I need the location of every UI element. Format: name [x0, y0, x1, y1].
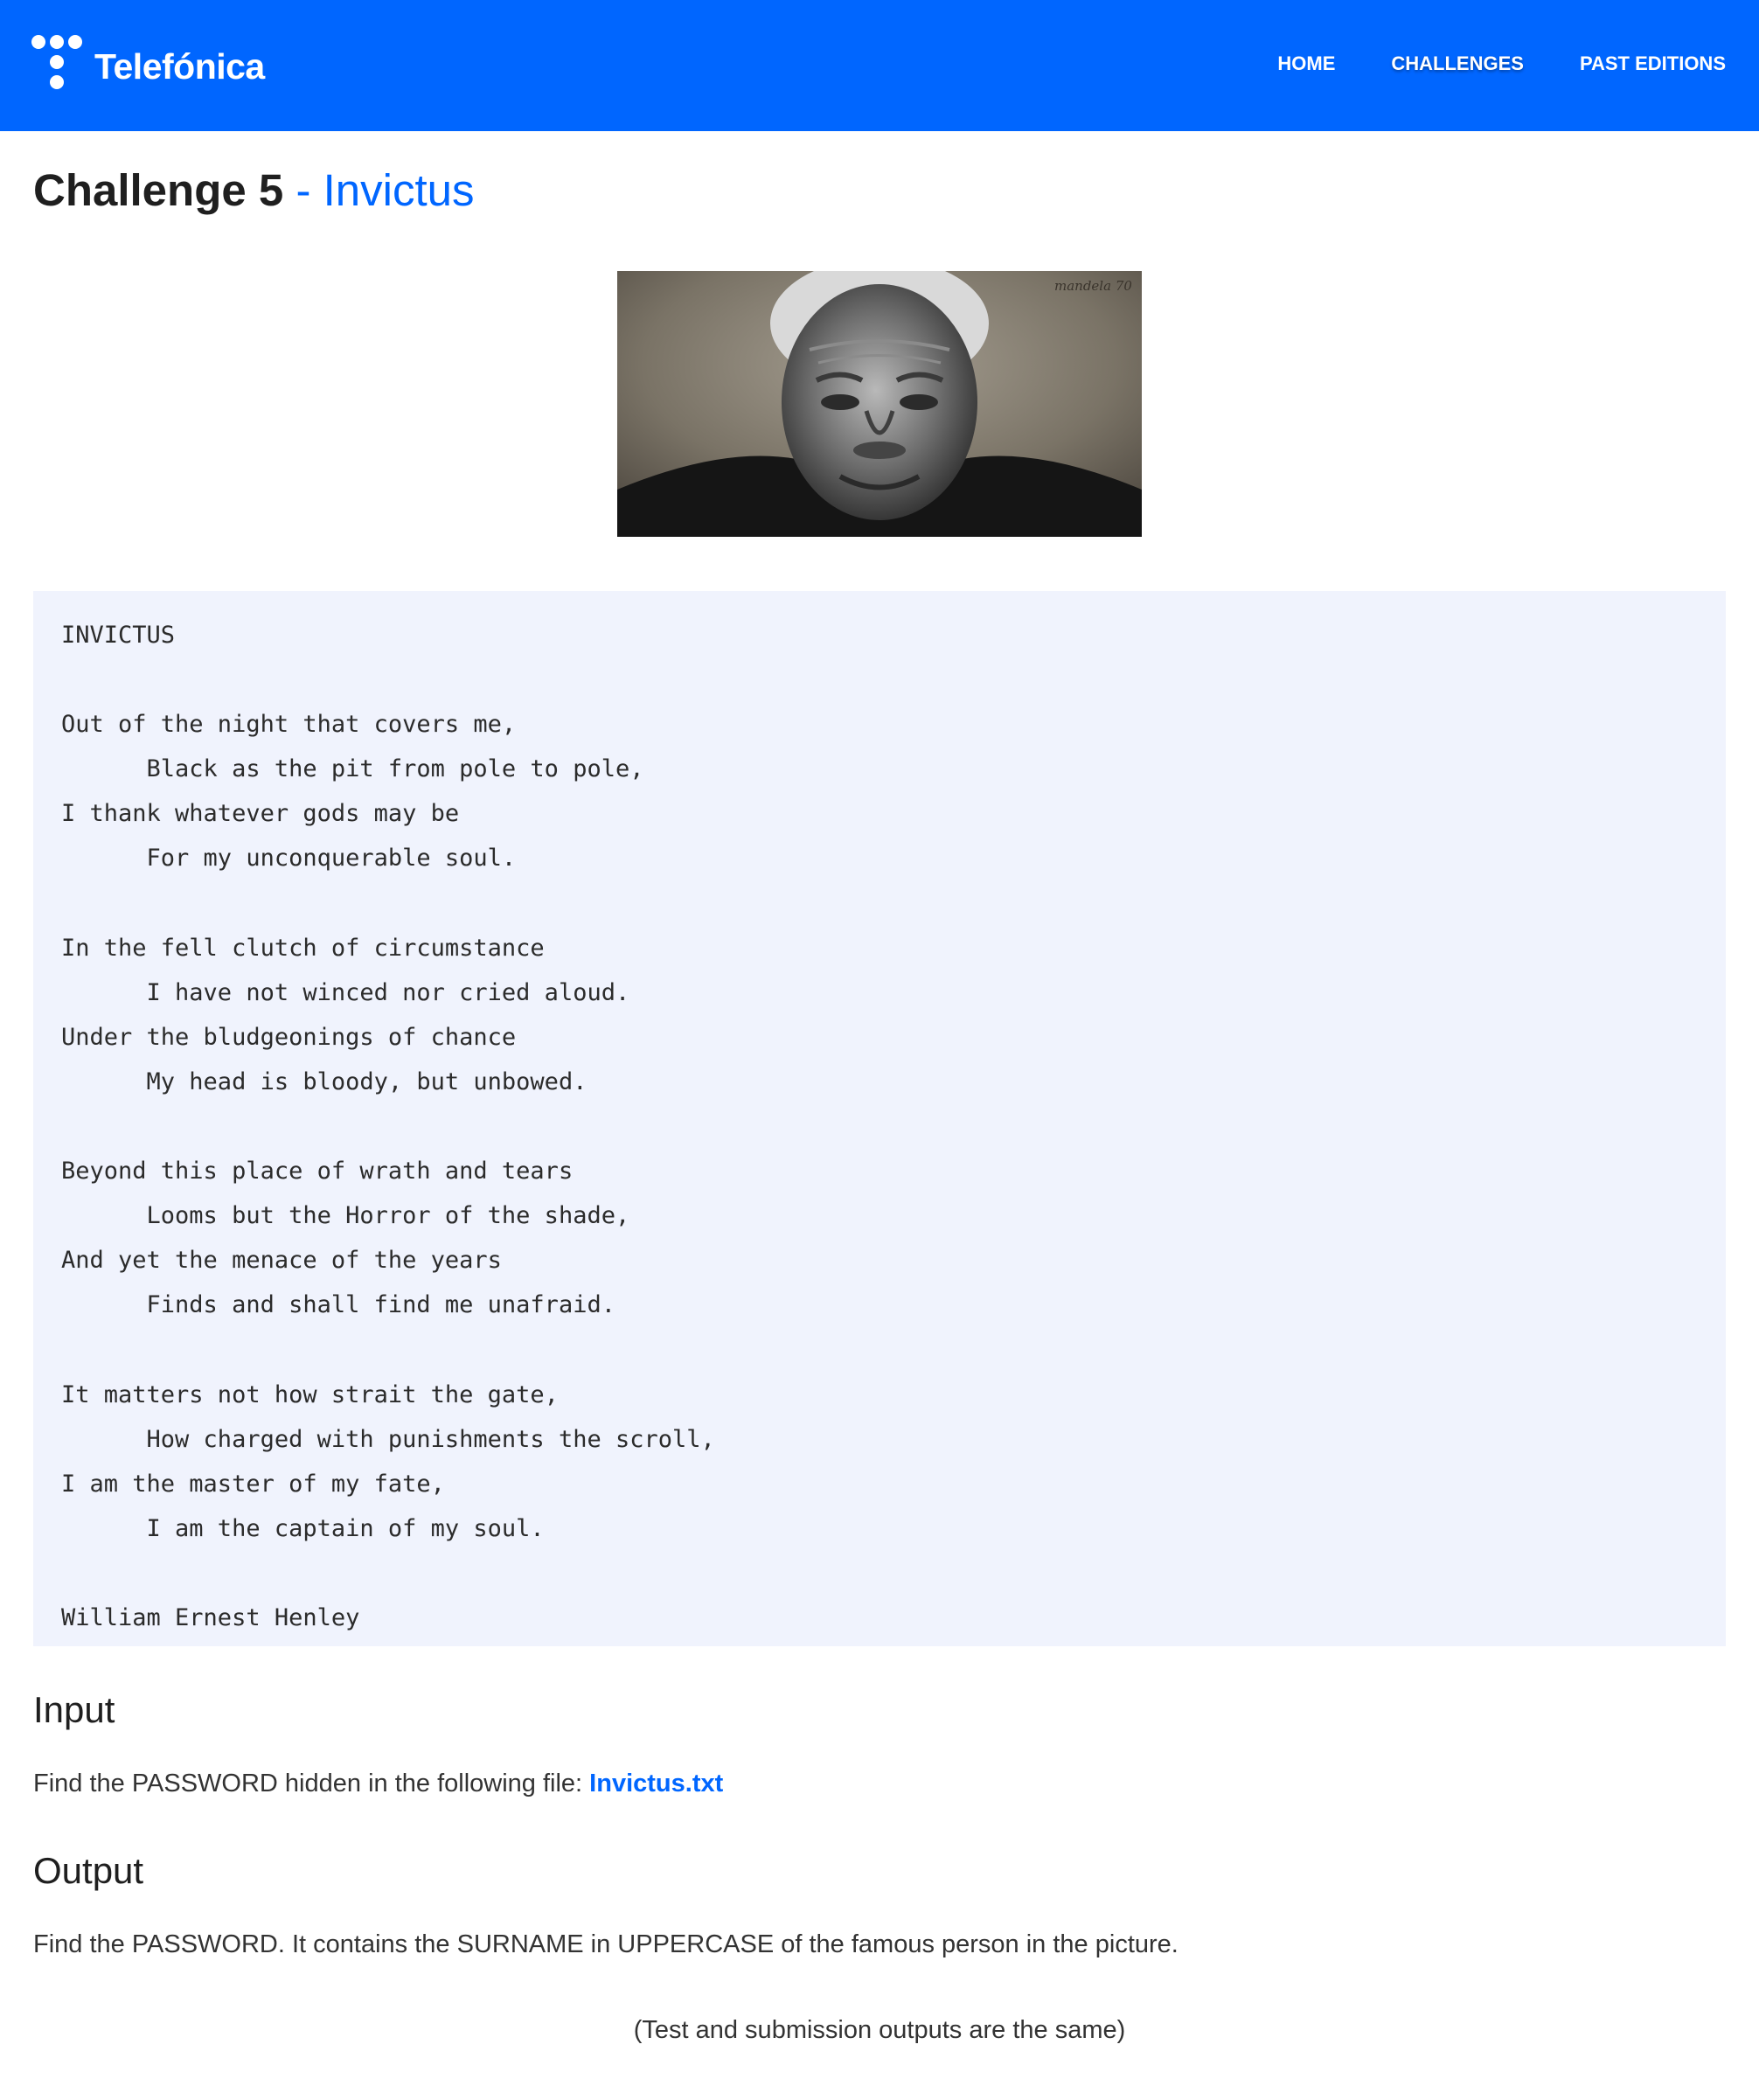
- challenge-number: Challenge 5: [33, 165, 284, 215]
- output-heading: Output: [33, 1850, 144, 1891]
- portrait-illustration: mandela 70: [617, 271, 1142, 537]
- top-navigation-bar: Telefónica HOME CHALLENGES PAST EDITIONS: [0, 0, 1759, 131]
- page-title: Challenge 5 - Invictus: [33, 164, 475, 216]
- output-description: Find the PASSWORD. It contains the SURNA…: [33, 1930, 1178, 1958]
- poem-code-block: INVICTUS Out of the night that covers me…: [33, 591, 1726, 1646]
- invictus-file-link[interactable]: Invictus.txt: [589, 1770, 723, 1798]
- title-separator: -: [295, 165, 311, 215]
- invictus-poem: INVICTUS Out of the night that covers me…: [61, 622, 715, 1632]
- nav-past-editions-link[interactable]: PAST EDITIONS: [1580, 52, 1726, 75]
- telefonica-t-icon: [31, 35, 82, 89]
- input-description: Find the PASSWORD hidden in the followin…: [33, 1770, 723, 1798]
- input-text: Find the PASSWORD hidden in the followin…: [33, 1770, 590, 1798]
- telefonica-logo[interactable]: Telefónica: [31, 35, 276, 96]
- main-nav: HOME CHALLENGES PAST EDITIONS: [1277, 52, 1726, 75]
- input-heading: Input: [33, 1689, 115, 1730]
- nav-challenges-link[interactable]: CHALLENGES: [1391, 52, 1524, 75]
- nav-home-link[interactable]: HOME: [1277, 52, 1335, 75]
- brand-name: Telefónica: [94, 46, 265, 87]
- portrait-signature: mandela 70: [1054, 278, 1132, 294]
- submission-note: (Test and submission outputs are the sam…: [633, 2016, 1126, 2044]
- challenge-name: Invictus: [323, 165, 475, 215]
- famous-person-portrait: mandela 70: [617, 271, 1142, 537]
